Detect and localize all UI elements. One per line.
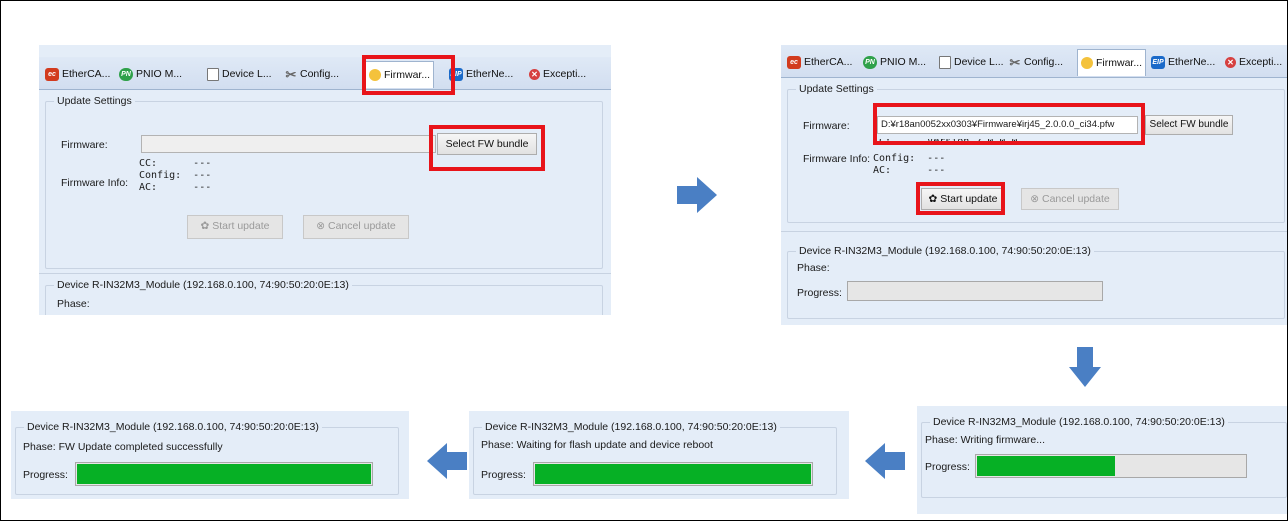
tab-config[interactable]: ✂ Config... [285,63,340,85]
cancel-update-button[interactable]: ⊗ Cancel update [303,215,409,239]
progress-fill [535,464,811,484]
phase-text: Phase: Writing firmware... [925,434,1046,446]
document-icon [939,55,951,69]
arrow-right-icon [677,177,717,213]
tools-icon: ✂ [1009,54,1021,70]
firmware-info-label: Firmware Info: [61,177,129,189]
device-title: Device R-IN32M3_Module (192.168.0.100, 7… [796,245,1094,257]
firmware-label: Firmware: [61,139,108,151]
cancel-icon: ⊗ [1030,193,1042,205]
progress-fill [77,464,371,484]
device-title: Device R-IN32M3_Module (192.168.0.100, 7… [54,279,352,291]
progress-fill [977,456,1116,476]
progress-label: Progress: [23,469,68,481]
tab-pnio[interactable]: PN PNIO M... [863,51,926,73]
error-icon: ✕ [1225,56,1236,68]
tab-config[interactable]: ✂ Config... [1009,51,1064,73]
tab-ethernet[interactable]: EIP EtherNe... [1151,51,1215,73]
panel-step4-waiting: Device R-IN32M3_Module (192.168.0.100, 7… [469,411,849,499]
arrow-down-icon [1069,347,1101,387]
highlight-select-button [429,125,545,171]
eip-icon: EIP [1151,55,1165,69]
progress-label: Progress: [925,461,970,473]
tab-device-list[interactable]: Device L... [207,63,272,85]
device-title: Device R-IN32M3_Module (192.168.0.100, 7… [930,416,1228,428]
phase-label: Phase: [57,298,90,310]
arrow-left-icon [865,443,905,479]
highlight-firmware-path [873,103,1145,145]
progress-label: Progress: [797,287,842,299]
firmware-label: Firmware: [803,120,850,132]
firmware-info-values: Config: --- AC: --- [873,153,946,176]
pn-icon: PN [119,67,133,81]
progress-bar [975,454,1247,478]
phase-text: Phase: Waiting for flash update and devi… [481,439,713,451]
tab-bar: ec EtherCA... PN PNIO M... Device L... ✂ Co… [39,57,611,90]
ethercat-icon: ec [787,55,801,69]
firmware-path-field[interactable] [141,135,436,153]
error-icon: ✕ [529,68,540,80]
firmware-icon [1081,57,1093,70]
tab-firmware[interactable]: Firmwar... [1077,49,1147,76]
progress-bar [847,281,1103,301]
tab-pnio[interactable]: PN PNIO M... [119,63,182,85]
phase-text: Phase: FW Update completed successfully [23,441,223,453]
divider [39,273,611,274]
firmware-info-label: Firmware Info: [803,153,871,165]
document-icon [207,67,219,81]
group-title: Update Settings [796,83,877,95]
panel-step5-completed: Device R-IN32M3_Module (192.168.0.100, 7… [11,411,409,499]
device-group: Device R-IN32M3_Module (192.168.0.100, 7… [45,279,603,315]
cancel-update-button[interactable]: ⊗ Cancel update [1021,188,1119,210]
progress-label: Progress: [481,469,526,481]
group-title: Update Settings [54,95,135,107]
tutorial-figure: ec EtherCA... PN PNIO M... Device L... ✂ Co… [0,0,1288,521]
tab-ethercat[interactable]: ec EtherCA... [787,51,852,73]
device-title: Device R-IN32M3_Module (192.168.0.100, 7… [482,421,780,433]
select-fw-bundle-button[interactable]: Select FW bundle [1145,115,1233,135]
tab-exceptions[interactable]: ✕ Excepti... [1225,51,1282,73]
tools-icon: ✂ [285,66,297,82]
progress-bar [533,462,813,486]
pn-icon: PN [863,55,877,69]
progress-bar [75,462,373,486]
firmware-icon: ✿ [200,220,213,232]
panel-step3-writing: Device R-IN32M3_Module (192.168.0.100, 7… [917,406,1287,514]
tab-ethercat[interactable]: ec EtherCA... [45,63,110,85]
phase-label: Phase: [797,262,830,274]
tab-device-list[interactable]: Device L... [939,51,1004,73]
panel-step2-selected: ec EtherCA... PN PNIO M... Device L... ✂ Co… [781,45,1287,325]
tab-ethernet[interactable]: EIP EtherNe... [449,63,513,85]
tab-exceptions[interactable]: ✕ Excepti... [529,63,586,85]
panel-step1-initial: ec EtherCA... PN PNIO M... Device L... ✂ Co… [39,45,611,315]
tab-bar: ec EtherCA... PN PNIO M... Device L... ✂ Co… [781,45,1287,78]
arrow-left-icon [427,443,467,479]
firmware-info-values: CC: --- Config: --- AC: --- [139,158,212,193]
highlight-start-button [916,182,1005,215]
cancel-icon: ⊗ [316,220,328,232]
device-title: Device R-IN32M3_Module (192.168.0.100, 7… [24,421,322,433]
start-update-button[interactable]: ✿ Start update [187,215,283,239]
divider [781,231,1287,232]
highlight-firmware-tab [362,55,455,95]
ethercat-icon: ec [45,67,59,81]
